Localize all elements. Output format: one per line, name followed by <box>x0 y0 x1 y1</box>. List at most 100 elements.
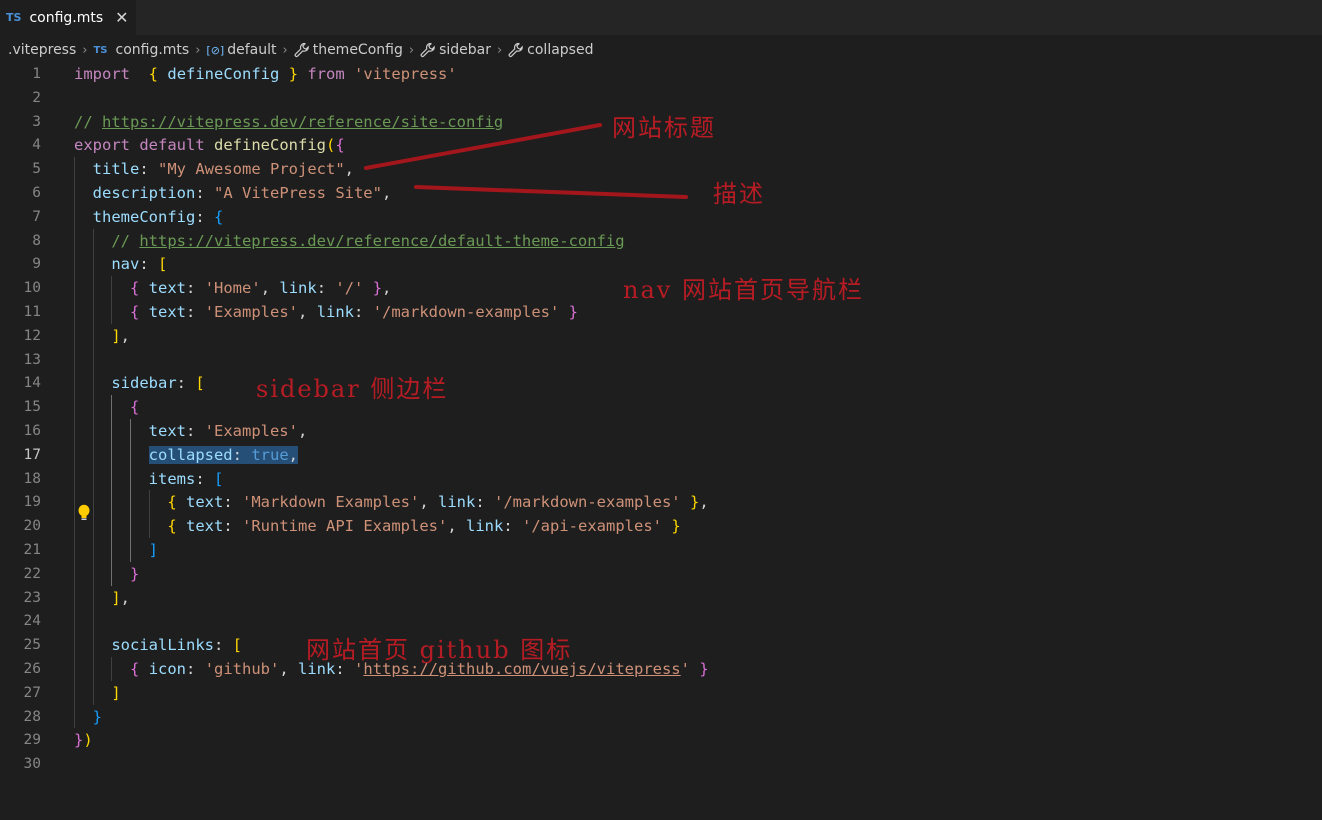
wrench-icon <box>294 42 313 58</box>
annotation-social-links: 网站首页 github 图标 <box>306 636 573 664</box>
wrench-icon <box>508 42 527 58</box>
code-text: import { defineConfig } from 'vitepress' <box>74 65 457 83</box>
line-number: 12 <box>23 327 41 344</box>
code-line[interactable]: 5 title: "My Awesome Project", <box>0 157 1322 181</box>
line-number: 24 <box>23 613 41 630</box>
chevron-right-icon: › <box>496 42 503 58</box>
code-text: themeConfig: { <box>92 207 224 226</box>
code-text: collapsed: true, <box>148 445 298 464</box>
line-number: 7 <box>32 208 41 225</box>
code-line[interactable]: 27 ] <box>0 681 1322 705</box>
code-text: text: 'Examples', <box>148 422 308 440</box>
annotation-nav: nav 网站首页导航栏 <box>623 276 864 304</box>
code-text: items: [ <box>148 469 224 488</box>
line-number: 4 <box>32 137 41 154</box>
line-number: 20 <box>23 518 41 535</box>
line-number: 13 <box>23 351 41 368</box>
code-text: ], <box>111 588 131 607</box>
code-line[interactable]: 25 socialLinks: [ <box>0 633 1322 657</box>
code-line[interactable]: 22 } <box>0 562 1322 586</box>
code-line[interactable]: 17 collapsed: true, <box>0 443 1322 467</box>
code-line[interactable]: 19 { text: 'Markdown Examples', link: '/… <box>0 490 1322 514</box>
line-number: 1 <box>32 66 41 82</box>
breadcrumb-item-default[interactable]: [⊘] default <box>206 42 276 58</box>
tab-bar: TS config.mts ✕ <box>0 0 1322 35</box>
code-line[interactable]: 26 { icon: 'github', link: 'https://gith… <box>0 657 1322 681</box>
line-number: 26 <box>23 661 41 677</box>
code-line[interactable]: 28 } <box>0 705 1322 729</box>
indent-guide <box>129 419 131 562</box>
code-line[interactable]: 29}) <box>0 728 1322 752</box>
code-text: { text: 'Home', link: '/' }, <box>130 279 392 298</box>
line-number: 16 <box>23 423 41 439</box>
code-line[interactable]: 8 // https://vitepress.dev/reference/def… <box>0 229 1322 253</box>
code-text: export default defineConfig({ <box>74 136 345 155</box>
line-number: 14 <box>23 375 41 392</box>
breadcrumb-item-vitepress[interactable]: .vitepress <box>8 42 76 58</box>
indent-guide <box>92 228 94 705</box>
annotation-description: 描述 <box>713 180 765 208</box>
indent-guide <box>111 657 113 681</box>
typescript-file-icon: TS <box>93 44 108 56</box>
code-line[interactable]: 1 import { defineConfig } from 'vitepress… <box>0 62 1322 86</box>
code-text: // https://vitepress.dev/reference/defau… <box>111 231 625 250</box>
line-number: 17 <box>23 446 41 463</box>
code-text: ], <box>111 326 131 345</box>
breadcrumb-label: .vitepress <box>8 42 77 58</box>
code-text: }) <box>74 731 93 750</box>
code-line[interactable]: 24 <box>0 609 1322 633</box>
line-number: 27 <box>23 684 41 701</box>
breadcrumb-label: default <box>227 42 277 58</box>
breadcrumb-item-themeconfig[interactable]: themeConfig <box>294 42 403 58</box>
breadcrumb-label: collapsed <box>527 42 594 58</box>
line-number: 8 <box>32 232 41 249</box>
code-text: ] <box>111 683 121 702</box>
tab-label: config.mts <box>29 9 104 26</box>
line-number: 19 <box>23 494 41 511</box>
code-line[interactable]: 30 <box>0 752 1322 776</box>
line-number: 25 <box>23 637 41 654</box>
code-text: { <box>130 398 140 417</box>
line-number: 28 <box>23 708 41 725</box>
code-text: nav: [ <box>111 255 168 274</box>
line-number: 21 <box>23 542 41 558</box>
code-line[interactable]: 2 <box>0 86 1322 110</box>
indent-guide <box>111 276 113 324</box>
annotation-title: 网站标题 <box>612 114 716 142</box>
code-line[interactable]: 7 themeConfig: { <box>0 205 1322 229</box>
code-line[interactable]: 6 description: "A VitePress Site", <box>0 181 1322 205</box>
chevron-right-icon: › <box>195 42 201 58</box>
line-number: 18 <box>23 470 41 487</box>
line-number: 3 <box>32 113 41 130</box>
code-line[interactable]: 20 { text: 'Runtime API Examples', link:… <box>0 514 1322 538</box>
code-line[interactable]: 12 ], <box>0 324 1322 348</box>
code-line[interactable]: 13 <box>0 348 1322 372</box>
line-number: 15 <box>23 399 41 416</box>
code-line[interactable]: 14 sidebar: [ <box>0 371 1322 395</box>
chevron-right-icon: › <box>82 42 88 58</box>
code-text: } <box>130 564 140 583</box>
code-text: description: "A VitePress Site", <box>92 184 392 202</box>
breadcrumb-item-collapsed[interactable]: collapsed <box>508 42 593 58</box>
breadcrumb-item-configmts[interactable]: TS config.mts <box>93 42 189 58</box>
line-number: 29 <box>23 732 41 749</box>
code-line[interactable]: 23 ], <box>0 586 1322 610</box>
close-icon[interactable]: ✕ <box>115 8 128 27</box>
chevron-right-icon: › <box>408 42 415 58</box>
code-text: socialLinks: [ <box>111 636 242 655</box>
code-text: { text: 'Runtime API Examples', link: '/… <box>167 517 681 536</box>
code-line[interactable]: 16 text: 'Examples', <box>0 419 1322 443</box>
line-number: 2 <box>32 89 41 106</box>
breadcrumb-label: themeConfig <box>312 42 403 58</box>
code-text: { text: 'Markdown Examples', link: '/mar… <box>167 493 709 512</box>
indent-guide <box>148 490 150 538</box>
tab-config-mts[interactable]: TS config.mts ✕ <box>0 0 136 35</box>
line-number: 22 <box>23 565 41 582</box>
code-editor[interactable]: 1 import { defineConfig } from 'vitepress… <box>0 62 1322 820</box>
code-text: title: "My Awesome Project", <box>92 160 354 179</box>
code-line[interactable]: 21 ] <box>0 538 1322 562</box>
breadcrumb-item-sidebar[interactable]: sidebar <box>420 42 491 58</box>
code-text: { text: 'Examples', link: '/markdown-exa… <box>130 303 579 321</box>
code-line[interactable]: 15 { <box>0 395 1322 419</box>
code-line[interactable]: 18 items: [ <box>0 467 1322 491</box>
